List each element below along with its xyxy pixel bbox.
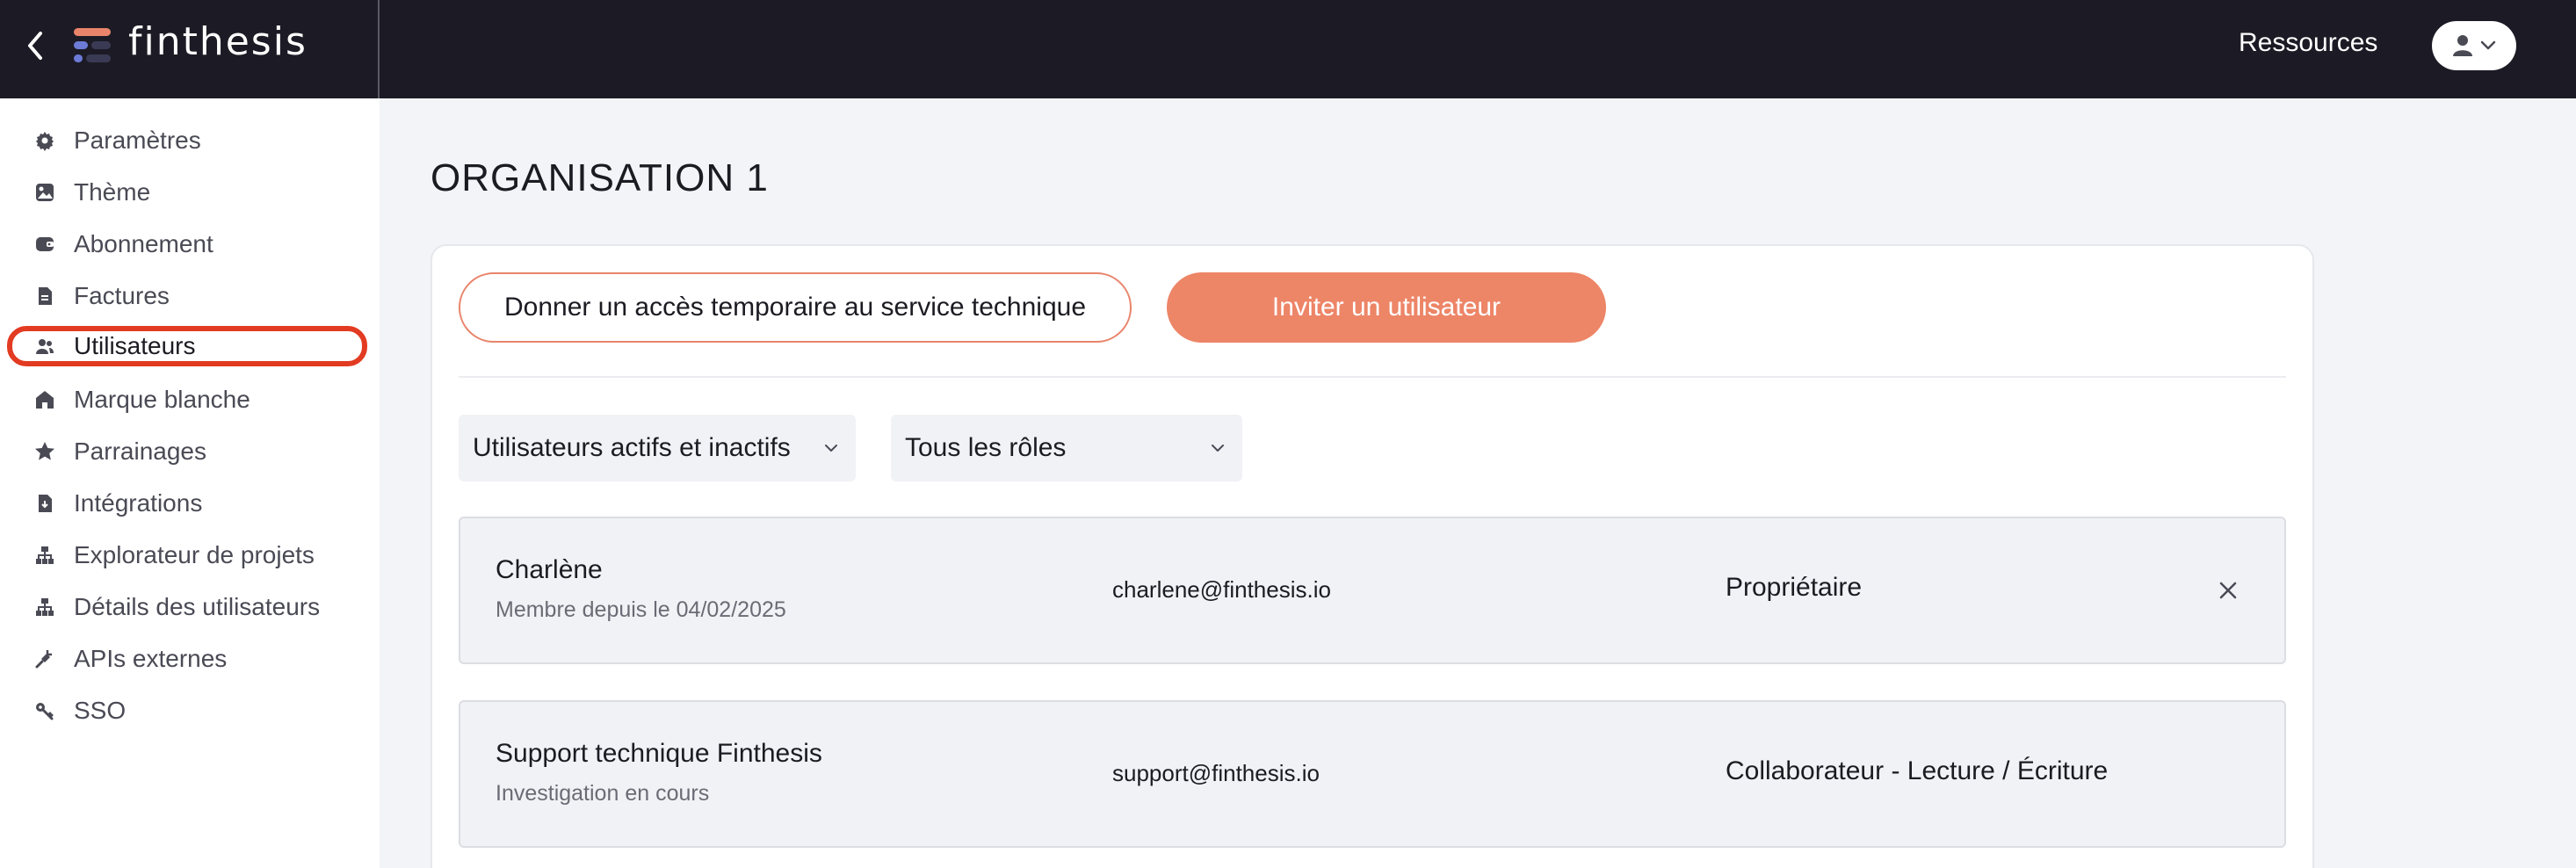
sidebar-item-apis-externes[interactable]: APIs externes <box>12 639 364 679</box>
hierarchy-icon <box>33 596 56 618</box>
user-email: charlene@finthesis.io <box>1112 576 1331 603</box>
sidebar-item-label: Thème <box>74 178 151 206</box>
sidebar-item-label: Explorateur de projets <box>74 541 315 568</box>
download-doc-icon <box>33 492 56 515</box>
sidebar-item-parametres[interactable]: Paramètres <box>12 120 364 161</box>
sidebar-item-label: Paramètres <box>74 127 201 154</box>
chevron-down-icon <box>825 445 837 452</box>
sidebar-item-parrainages[interactable]: Parrainages <box>12 431 364 472</box>
sidebar-item-label: Utilisateurs <box>74 332 196 359</box>
home-icon <box>33 388 56 411</box>
user-row[interactable]: Support technique Finthesis Investigatio… <box>459 700 2286 848</box>
sidebar-item-utilisateurs[interactable]: Utilisateurs <box>7 326 367 366</box>
sidebar-item-theme[interactable]: Thème <box>12 172 364 213</box>
image-icon <box>33 181 56 204</box>
users-icon <box>33 335 56 358</box>
role-filter-value: Tous les rôles <box>905 433 1067 462</box>
user-status: Investigation en cours <box>496 781 710 806</box>
star-icon <box>33 440 56 463</box>
wallet-icon <box>33 233 56 256</box>
chevron-down-icon <box>1212 445 1224 452</box>
sidebar-item-factures[interactable]: Factures <box>12 276 364 316</box>
user-avatar-icon <box>2453 35 2472 56</box>
sidebar-item-label: SSO <box>74 697 127 724</box>
user-member-since: Membre depuis le 04/02/2025 <box>496 597 786 622</box>
user-name: Charlène <box>496 555 603 584</box>
sidebar-item-label: Marque blanche <box>74 386 250 413</box>
sidebar-item-integrations[interactable]: Intégrations <box>12 483 364 524</box>
sidebar-item-explorateur-projets[interactable]: Explorateur de projets <box>12 535 364 575</box>
divider <box>459 376 2286 378</box>
sidebar-item-details-utilisateurs[interactable]: Détails des utilisateurs <box>12 587 364 627</box>
brand-area: finthesis <box>0 0 380 98</box>
document-icon <box>33 285 56 307</box>
sidebar-item-abonnement[interactable]: Abonnement <box>12 224 364 264</box>
sidebar-item-marque-blanche[interactable]: Marque blanche <box>12 380 364 420</box>
plug-icon <box>33 647 56 670</box>
invite-user-button[interactable]: Inviter un utilisateur <box>1167 272 1606 343</box>
key-icon <box>33 699 56 722</box>
status-filter-value: Utilisateurs actifs et inactifs <box>473 433 791 462</box>
brand-name[interactable]: finthesis <box>128 19 308 64</box>
temporary-access-button[interactable]: Donner un accès temporaire au service te… <box>459 272 1132 343</box>
chevron-down-icon <box>2480 40 2496 50</box>
user-role[interactable]: Propriétaire <box>1726 573 1862 603</box>
back-button[interactable] <box>18 26 53 65</box>
user-email: support@finthesis.io <box>1112 760 1320 786</box>
resources-link[interactable]: Ressources <box>2239 28 2377 58</box>
sidebar-item-label: Parrainages <box>74 438 206 465</box>
status-filter-select[interactable]: Utilisateurs actifs et inactifs <box>459 415 856 481</box>
finthesis-logo-icon <box>74 28 112 63</box>
user-name: Support technique Finthesis <box>496 739 822 768</box>
page-title: ORGANISATION 1 <box>431 156 769 199</box>
top-bar: finthesis Ressources <box>0 0 2576 98</box>
role-filter-select[interactable]: Tous les rôles <box>891 415 1242 481</box>
sidebar-item-label: Abonnement <box>74 230 213 257</box>
hierarchy-icon <box>33 544 56 567</box>
user-role[interactable]: Collaborateur - Lecture / Écriture <box>1726 756 2108 786</box>
sidebar-item-label: Intégrations <box>74 489 203 517</box>
user-row[interactable]: Charlène Membre depuis le 04/02/2025 cha… <box>459 517 2286 664</box>
sidebar-item-label: Détails des utilisateurs <box>74 593 321 620</box>
remove-user-button[interactable] <box>2214 576 2242 604</box>
gear-icon <box>33 129 56 152</box>
sidebar-item-label: APIs externes <box>74 645 228 672</box>
sidebar-item-label: Factures <box>74 282 170 309</box>
chevron-left-icon <box>28 32 42 60</box>
user-menu-button[interactable] <box>2432 21 2516 70</box>
sidebar-item-sso[interactable]: SSO <box>12 691 364 731</box>
close-icon <box>2219 582 2237 599</box>
